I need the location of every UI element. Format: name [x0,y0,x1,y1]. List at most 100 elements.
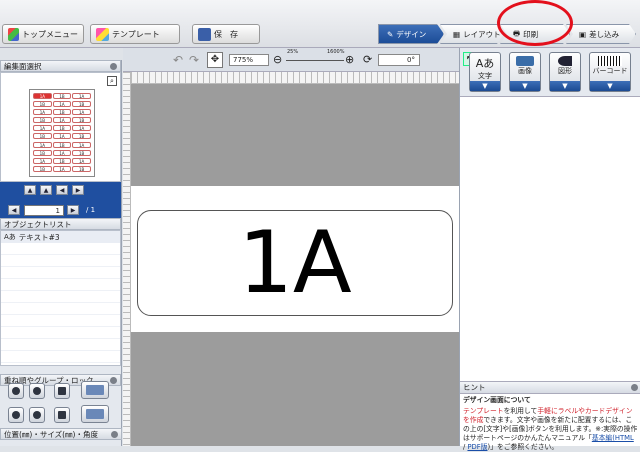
rotate-icon[interactable]: ⟳ [363,53,372,66]
barcode-tool-button[interactable]: バーコード ▼ [589,52,631,92]
zoom-select[interactable]: 775% [229,54,269,66]
unlock-icon[interactable] [54,407,70,423]
send-back-icon[interactable] [8,407,24,423]
rotation-select[interactable]: 0° [378,54,420,66]
step-merge[interactable]: ▣ 差し込み [566,24,636,44]
label-frame[interactable]: 1A [137,210,453,316]
merge-icon: ▣ [579,29,587,39]
prev-up-icon[interactable]: ▲ [40,185,52,195]
page-number-input[interactable]: 1 [24,205,64,216]
lock-icon[interactable] [54,383,70,399]
thumbnail-cell: 1B [72,101,91,108]
next-page-icon[interactable]: ▶ [72,185,84,195]
thumbnail-cell: 1A [52,117,72,124]
step-label: レイアウト [463,29,501,39]
zoom-lens-icon[interactable]: ⌕ [107,76,117,86]
thumbnail-cell: 1B [33,117,52,124]
zoom-out-icon[interactable]: ⊖ [273,53,282,66]
object-name: テキスト#3 [18,232,60,242]
save-icon [198,27,211,41]
move-icon[interactable]: ✥ [207,52,223,68]
first-page-icon[interactable]: ▲ [24,185,36,195]
undo-icon[interactable]: ↶ [173,53,183,67]
step-layout[interactable]: ▦ レイアウト [440,24,504,44]
collapse-icon[interactable] [111,430,118,438]
text-tool-icon: Aあ [475,57,495,70]
text-tool-button[interactable]: Aあ 文字 ▼ [469,52,501,92]
top-toolbar: トップメニュー テンプレート 保 存 ✎ デザイン ▦ レイアウト 🖶 印刷 ▣… [0,0,640,48]
hint-body: テンプレートを利用して手軽にラベルやカードデザインを作成できます。文字や画像を新… [460,407,640,452]
thumbnail-cell: 1A [72,109,91,116]
object-list-header: オブジェクトリスト [0,218,121,230]
position-header: 位置(㎜)・サイズ(㎜)・角度 [0,428,122,440]
thumbnail-cell: 1A [52,165,72,172]
group-icon[interactable] [81,381,109,399]
dropdown-arrow-icon[interactable]: ▼ [590,81,630,91]
step-label: 差し込み [589,29,620,39]
page-left-icon[interactable]: ◀ [8,205,20,215]
horizontal-ruler [131,72,459,84]
cube-icon [8,27,19,41]
page-navigator: ▲ ▲ ◀ ▶ ◀ 1 ▶ / 1 [0,182,121,218]
hint-panel: ヒント デザイン画面について テンプレートを利用して手軽にラベルやカードデザイン… [460,381,640,451]
panel-title: 編集面選択 [4,61,42,71]
top-menu-button[interactable]: トップメニュー [2,24,84,44]
page-thumbnail[interactable]: 1A 1B 1A 1B 1A 1B 1A 1B 1A 1B 1A 1B 1A 1B 1A 1B 1A 1B 1A 1B… [29,89,95,177]
zoom-slider[interactable] [286,60,344,61]
list-item[interactable]: Aあ テキスト#3 [1,231,120,243]
thumbnail-cell: 1B [52,109,72,116]
tool-label: 文字 [478,72,492,80]
order-controls [3,375,117,435]
tool-label: バーコード [592,67,628,75]
thumbnail-cell: 1A [72,125,91,132]
prev-page-icon[interactable]: ◀ [56,185,68,195]
thumbnail-cell: 1B [72,117,91,124]
thumbnail-cell: 1B [52,125,72,132]
ungroup-icon[interactable] [81,405,109,423]
thumbnail-cell: 1B [72,149,91,156]
zoom-value: 775% [233,56,254,64]
label-text[interactable]: 1A [238,220,352,306]
properties-area [460,96,640,381]
annotation-circle [497,0,573,46]
page-right-icon[interactable]: ▶ [67,205,79,215]
shape-tool-button[interactable]: 図形 ▼ [549,52,581,92]
dropdown-arrow-icon[interactable]: ▼ [510,81,540,91]
bring-forward-icon[interactable] [29,383,45,399]
save-button[interactable]: 保 存 [192,24,260,44]
thumbnail-cell: 1A [33,141,52,148]
canvas-toolbar: ↶ ↷ ✥ 775% ⊖ 25% 1600% ⊕ ⟳ 0° [123,48,459,72]
zoom-in-icon[interactable]: ⊕ [345,53,354,66]
template-button[interactable]: テンプレート [90,24,180,44]
hint-red: テンプレート [463,407,504,415]
thumbnail-cell: 1B [33,165,52,172]
manual-pdf-link[interactable]: PDF版 [467,443,487,451]
thumbnail-cell: 1A [33,109,52,116]
thumbnail-cell: 1B [52,141,72,148]
shape-tool-icon [558,56,572,66]
rotation-value: 0° [407,56,415,64]
save-label: 保 存 [214,29,238,39]
hint-title: ヒント [463,383,486,392]
image-tool-button[interactable]: 画像 ▼ [509,52,541,92]
send-backward-icon[interactable] [29,407,45,423]
grid-icon: ▦ [453,29,461,39]
redo-icon[interactable]: ↷ [189,53,199,67]
thumbnail-cell: 1B [52,157,72,164]
thumbnail-cell: 1A [33,157,52,164]
collapse-icon[interactable] [631,384,638,391]
hint-text: を利用して [503,407,538,415]
canvas-area[interactable]: 1A [131,84,459,446]
thumbnail-cell: 1A [72,141,91,148]
slider-max-label: 1600% [327,49,345,55]
dropdown-arrow-icon[interactable]: ▼ [470,81,500,91]
collapse-icon[interactable] [110,62,117,70]
pen-icon: ✎ [387,29,394,39]
bring-front-icon[interactable] [8,383,24,399]
dropdown-arrow-icon[interactable]: ▼ [550,81,580,91]
thumbnail-cell: 1B [33,149,52,156]
step-design[interactable]: ✎ デザイン [378,24,444,44]
thumbnail-cell: 1B [33,133,52,140]
barcode-tool-icon [598,56,622,66]
manual-html-link[interactable]: 基本編(HTML [592,434,634,442]
